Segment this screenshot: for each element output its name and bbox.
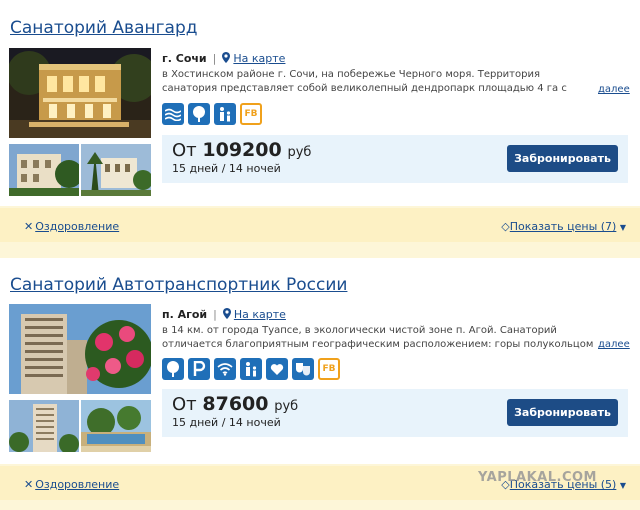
stay-duration: 15 дней / 14 ночей [172,162,281,175]
chevron-down-icon: ▼ [619,223,626,232]
separator: | [213,308,217,321]
separator: | [212,52,217,65]
tag-icon: ◇ [501,220,510,233]
fb-meal-icon: FB [240,103,262,125]
category-label: Оздоровление [35,478,120,491]
family-icon [214,103,236,125]
location-city: г. Сочи [162,52,207,65]
listing-title[interactable]: Санаторий Авангард [10,18,198,38]
fb-meal-icon: FB [318,358,340,380]
listing-title[interactable]: Санаторий Автотранспортник России [10,275,347,295]
category-link[interactable]: ✕ Оздоровление [24,478,119,491]
wifi-icon [214,358,236,380]
price-value: 87600 [202,393,269,415]
price: От 87600 руб [172,393,298,415]
price-prefix: От [172,394,197,415]
listing-description: в Хостинском районе г. Сочи, на побережь… [162,69,567,94]
category-label: Оздоровление [35,220,120,233]
map-pin-icon [222,52,231,63]
currency: руб [274,399,299,414]
cross-icon: ✕ [24,478,34,491]
price-value: 109200 [202,139,282,161]
more-link[interactable]: далее [598,84,630,95]
category-link[interactable]: ✕ Оздоровление [24,220,119,233]
fb-label: FB [244,109,258,119]
map-pin-icon [222,308,231,319]
amenity-icons: FB [162,358,340,380]
family-icon [240,358,262,380]
chevron-down-icon: ▼ [619,481,626,490]
price-box: От 109200 руб 15 дней / 14 ночей Заброни… [162,135,628,183]
listing-footer: ✕ Оздоровление ◇Показать цены (7) ▼ [0,208,640,242]
price-box: От 87600 руб 15 дней / 14 ночей Забронир… [162,389,628,437]
watermark: YAPLAKAL.COM [478,470,597,485]
amenity-icons: FB [162,103,262,125]
sea-waves-icon [162,103,184,125]
location-row: п. Агой | На карте [162,308,286,321]
currency: руб [287,145,312,160]
more-link[interactable]: далее [598,339,630,350]
hotel-photo-thumb[interactable] [81,400,151,452]
hotel-photo-thumb[interactable] [9,400,79,452]
fb-label: FB [322,364,336,374]
stay-duration: 15 дней / 14 ночей [172,416,281,429]
hotel-photo-main[interactable] [9,48,151,138]
tree-icon [188,103,210,125]
hotel-photo-thumb[interactable] [9,144,79,196]
parking-icon [188,358,210,380]
price-prefix: От [172,140,197,161]
listing-description: в 14 км. от города Туапсе, в экологическ… [162,325,594,350]
book-button[interactable]: Забронировать [507,399,618,426]
location-row: г. Сочи | На карте [162,52,285,65]
price: От 109200 руб [172,139,311,161]
show-prices-label: Показать цены (7) [509,220,617,233]
map-link[interactable]: На карте [233,52,285,65]
hotel-photo-thumb[interactable] [81,144,151,196]
theater-icon [292,358,314,380]
location-city: п. Агой [162,308,208,321]
show-prices-toggle[interactable]: ◇Показать цены (7) ▼ [501,220,626,233]
cross-icon: ✕ [24,220,34,233]
book-button[interactable]: Забронировать [507,145,618,172]
heart-icon [266,358,288,380]
tree-icon [162,358,184,380]
map-link[interactable]: На карте [234,308,286,321]
hotel-photo-main[interactable] [9,304,151,394]
